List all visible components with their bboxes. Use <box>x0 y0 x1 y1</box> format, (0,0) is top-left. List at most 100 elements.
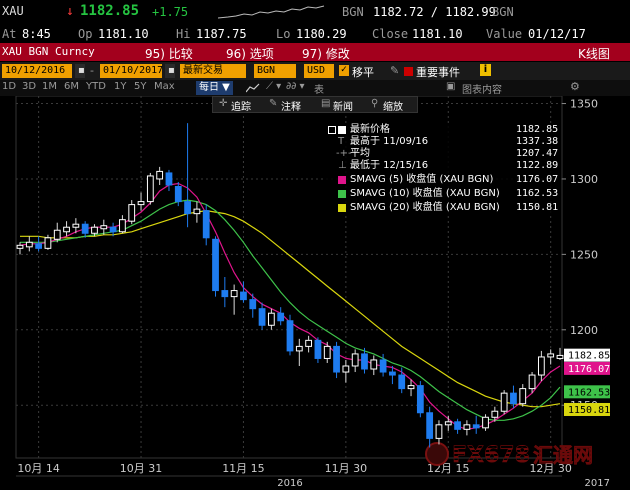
candle-down <box>314 339 322 359</box>
calendar-to-icon[interactable]: ▪ <box>165 64 175 78</box>
candle-up <box>444 421 452 426</box>
candle-down <box>249 299 257 310</box>
calendar-from-icon[interactable]: ▪ <box>75 64 85 78</box>
annotate-icon[interactable]: ✎ <box>269 98 277 109</box>
date-separator: - <box>90 64 94 77</box>
legend-sma10: SMAVG (10) 收盘值 (XAU BGN) 1162.53 <box>326 188 558 200</box>
crosshair-icon[interactable]: ✛ <box>219 98 227 109</box>
date-to-field[interactable]: 01/10/2017 <box>100 64 163 78</box>
candle-up <box>100 225 108 230</box>
legend-label-last: 最新价格 <box>350 124 390 135</box>
fx-tool-icon[interactable]: ∂∂ ▾ <box>286 81 305 92</box>
candle-down <box>258 308 266 326</box>
frequency-label: 每日 <box>199 82 219 93</box>
low-label: Lo <box>276 27 291 41</box>
chart-content-button[interactable]: 图表内容 <box>462 81 502 96</box>
chart-legend: 最新价格 1182.85 T 最高于 11/09/16 1337.38 -+- … <box>326 124 558 216</box>
candle-down <box>416 385 424 414</box>
legend-label-sma20: SMAVG (20) 收盘值 (XAU BGN) <box>350 202 500 213</box>
price-tags: 1182.85 1176.07 1162.53 1150.81 <box>564 348 610 416</box>
period-ytd[interactable]: YTD <box>86 81 106 92</box>
source-select[interactable]: BGN <box>254 64 296 78</box>
candle-up <box>91 226 98 234</box>
legend-low: ⊥ 最低于 12/15/16 1122.89 <box>326 160 558 172</box>
candle-down <box>510 392 517 405</box>
candle-down <box>221 290 229 298</box>
open-label: Op <box>78 27 93 41</box>
menu-modify[interactable]: 97) 修改 <box>302 45 350 61</box>
candle-up <box>528 374 536 390</box>
zoom-icon[interactable]: ⚲ <box>371 98 378 109</box>
period-1d[interactable]: 1D <box>2 81 16 92</box>
period-5y[interactable]: 5Y <box>134 81 146 92</box>
ticker-symbol[interactable]: XAU <box>2 4 24 18</box>
candle-up <box>16 244 24 249</box>
smooth-label: 移平 <box>352 66 374 79</box>
candle-down <box>81 223 89 234</box>
candle-up <box>156 170 164 180</box>
frequency-select[interactable]: 每日 ▼ <box>196 81 233 95</box>
draw-tool-icon[interactable]: ⟋ ▾ <box>266 81 281 92</box>
candle-down <box>174 186 182 203</box>
candle-up <box>193 208 201 215</box>
at-value: 8:45 <box>22 27 51 41</box>
period-6m[interactable]: 6M <box>64 81 79 92</box>
legend-value-sma20: 1150.81 <box>516 202 559 213</box>
candle-down <box>286 320 294 352</box>
table-button[interactable]: 表 <box>314 81 324 96</box>
x-tick-label: 11月 15 <box>222 462 265 475</box>
candle-up <box>537 356 545 376</box>
candle-up <box>407 385 415 390</box>
period-1m[interactable]: 1M <box>42 81 57 92</box>
close-label: Close <box>372 27 409 41</box>
legend-last: 最新价格 1182.85 <box>326 124 558 136</box>
value-label: Value <box>486 27 523 41</box>
events-label: 重要事件 <box>416 66 460 79</box>
candle-up <box>463 424 471 430</box>
quote-details: At 8:45 Op 1181.10 Hi 1187.75 Lo 1180.29… <box>0 24 630 43</box>
legend-label-sma10: SMAVG (10) 收盘值 (XAU BGN) <box>350 188 500 199</box>
info-icon[interactable]: i <box>480 64 491 76</box>
legend-average: -+- 平均 1207.47 <box>326 148 558 160</box>
legend-checkbox-icon[interactable] <box>328 126 336 134</box>
date-from-field[interactable]: 10/12/2016 <box>2 64 72 78</box>
candle-down <box>361 353 368 370</box>
high-label: Hi <box>176 27 191 41</box>
chart-content-icon[interactable]: ▣ <box>446 81 455 92</box>
legend-value-sma5: 1176.07 <box>516 174 559 185</box>
high-marker-icon: T <box>338 136 345 147</box>
candle-down <box>333 345 340 373</box>
sma20-tag: 1150.81 <box>568 405 610 416</box>
open-value: 1181.10 <box>98 27 149 41</box>
legend-swatch-sma20 <box>338 204 346 212</box>
candle-up <box>351 353 359 367</box>
mode-select[interactable]: 最新交易 <box>180 64 246 78</box>
pen-icon[interactable]: ✎ <box>390 64 399 77</box>
down-arrow-icon: ↓ <box>66 4 74 19</box>
legend-label-average: 平均 <box>350 148 370 159</box>
period-1y[interactable]: 1Y <box>114 81 126 92</box>
period-3d[interactable]: 3D <box>22 81 36 92</box>
currency-select[interactable]: USD <box>304 64 334 78</box>
period-max[interactable]: Max <box>154 81 175 92</box>
line-chart-icon[interactable] <box>246 83 260 93</box>
candle-down <box>35 243 43 249</box>
candle-down <box>202 210 210 239</box>
candle-up <box>519 388 527 405</box>
moving-averages <box>19 182 561 430</box>
legend-high: T 最高于 11/09/16 1337.38 <box>326 136 558 148</box>
candle-down <box>379 359 387 373</box>
popup-news[interactable]: 新闻 <box>333 98 353 113</box>
popup-annotate[interactable]: 注释 <box>281 98 301 113</box>
legend-sma5: SMAVG (5) 收盘值 (XAU BGN) 1176.07 <box>326 174 558 186</box>
gear-icon[interactable]: ⚙ <box>570 80 580 93</box>
menu-options[interactable]: 96) 选项 <box>226 45 274 61</box>
security-name[interactable]: XAU BGN Curncy <box>2 45 95 58</box>
menu-compare[interactable]: 95) 比较 <box>145 45 193 61</box>
news-icon[interactable]: ▤ <box>321 98 330 109</box>
popup-zoom[interactable]: 缩放 <box>383 98 403 113</box>
candle-down <box>454 421 461 430</box>
events-checkbox-icon[interactable] <box>404 67 413 76</box>
checkbox-icon[interactable]: ✓ <box>339 65 349 76</box>
popup-track[interactable]: 追踪 <box>231 98 251 113</box>
